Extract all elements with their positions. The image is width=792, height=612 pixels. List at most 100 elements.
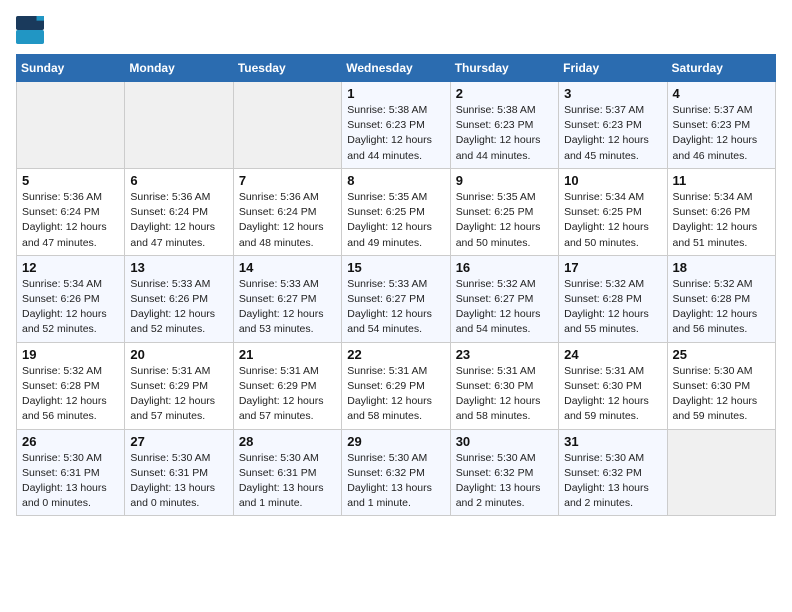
day-info: Sunrise: 5:34 AM Sunset: 6:26 PM Dayligh…: [673, 190, 770, 251]
day-info: Sunrise: 5:30 AM Sunset: 6:31 PM Dayligh…: [22, 451, 119, 512]
day-info: Sunrise: 5:30 AM Sunset: 6:32 PM Dayligh…: [347, 451, 444, 512]
calendar-cell: 1Sunrise: 5:38 AM Sunset: 6:23 PM Daylig…: [342, 82, 450, 169]
day-number: 31: [564, 434, 661, 449]
calendar-week-row: 26 Sunrise: 5:30 AM Sunset: 6:31 PM Dayli…: [17, 429, 776, 516]
calendar-cell: 4 Sunrise: 5:37 AM Sunset: 6:23 PM Daylig…: [667, 82, 775, 169]
day-info: Sunrise: 5:36 AM Sunset: 6:24 PM Dayligh…: [130, 190, 227, 251]
day-number: 22: [347, 347, 444, 362]
day-info: Sunrise: 5:30 AM Sunset: 6:32 PM Dayligh…: [456, 451, 553, 512]
calendar-cell: 12 Sunrise: 5:34 AM Sunset: 6:26 PM Dayli…: [17, 255, 125, 342]
calendar-cell: 5 Sunrise: 5:36 AM Sunset: 6:24 PM Daylig…: [17, 168, 125, 255]
calendar-week-row: 12 Sunrise: 5:34 AM Sunset: 6:26 PM Dayli…: [17, 255, 776, 342]
day-number: 28: [239, 434, 336, 449]
calendar-cell: 3 Sunrise: 5:37 AM Sunset: 6:23 PM Daylig…: [559, 82, 667, 169]
calendar-cell: 24 Sunrise: 5:31 AM Sunset: 6:30 PM Dayli…: [559, 342, 667, 429]
weekday-header: Thursday: [450, 55, 558, 82]
day-number: 15: [347, 260, 444, 275]
calendar-table: SundayMondayTuesdayWednesdayThursdayFrid…: [16, 54, 776, 516]
calendar-cell: 27 Sunrise: 5:30 AM Sunset: 6:31 PM Dayli…: [125, 429, 233, 516]
page-header: [16, 16, 776, 44]
calendar-cell: 9 Sunrise: 5:35 AM Sunset: 6:25 PM Daylig…: [450, 168, 558, 255]
calendar-cell: 28 Sunrise: 5:30 AM Sunset: 6:31 PM Dayli…: [233, 429, 341, 516]
day-number: 3: [564, 86, 661, 101]
day-number: 12: [22, 260, 119, 275]
day-info: Sunrise: 5:33 AM Sunset: 6:27 PM Dayligh…: [347, 277, 444, 338]
weekday-header: Friday: [559, 55, 667, 82]
calendar-cell: 7 Sunrise: 5:36 AM Sunset: 6:24 PM Daylig…: [233, 168, 341, 255]
day-info: Sunrise: 5:36 AM Sunset: 6:24 PM Dayligh…: [239, 190, 336, 251]
day-info: Sunrise: 5:32 AM Sunset: 6:28 PM Dayligh…: [673, 277, 770, 338]
day-info: Sunrise: 5:37 AM Sunset: 6:23 PM Dayligh…: [564, 103, 661, 164]
calendar-cell: 10 Sunrise: 5:34 AM Sunset: 6:25 PM Dayli…: [559, 168, 667, 255]
calendar-cell: 31 Sunrise: 5:30 AM Sunset: 6:32 PM Dayli…: [559, 429, 667, 516]
calendar-cell: 17 Sunrise: 5:32 AM Sunset: 6:28 PM Dayli…: [559, 255, 667, 342]
day-number: 11: [673, 173, 770, 188]
day-number: 4: [673, 86, 770, 101]
day-number: 25: [673, 347, 770, 362]
calendar-cell: 8Sunrise: 5:35 AM Sunset: 6:25 PM Daylig…: [342, 168, 450, 255]
day-info: Sunrise: 5:30 AM Sunset: 6:32 PM Dayligh…: [564, 451, 661, 512]
day-number: 27: [130, 434, 227, 449]
calendar-cell: 26 Sunrise: 5:30 AM Sunset: 6:31 PM Dayli…: [17, 429, 125, 516]
calendar-cell: [17, 82, 125, 169]
day-info: Sunrise: 5:30 AM Sunset: 6:30 PM Dayligh…: [673, 364, 770, 425]
calendar-cell: [667, 429, 775, 516]
day-number: 30: [456, 434, 553, 449]
day-info: Sunrise: 5:31 AM Sunset: 6:29 PM Dayligh…: [239, 364, 336, 425]
day-number: 23: [456, 347, 553, 362]
weekday-header: Wednesday: [342, 55, 450, 82]
calendar-cell: [233, 82, 341, 169]
calendar-cell: [125, 82, 233, 169]
day-number: 10: [564, 173, 661, 188]
calendar-week-row: 5 Sunrise: 5:36 AM Sunset: 6:24 PM Daylig…: [17, 168, 776, 255]
logo: [16, 16, 48, 44]
day-info: Sunrise: 5:32 AM Sunset: 6:28 PM Dayligh…: [22, 364, 119, 425]
day-number: 29: [347, 434, 444, 449]
day-info: Sunrise: 5:33 AM Sunset: 6:27 PM Dayligh…: [239, 277, 336, 338]
day-number: 5: [22, 173, 119, 188]
day-number: 13: [130, 260, 227, 275]
day-info: Sunrise: 5:37 AM Sunset: 6:23 PM Dayligh…: [673, 103, 770, 164]
day-info: Sunrise: 5:38 AM Sunset: 6:23 PM Dayligh…: [347, 103, 444, 164]
calendar-cell: 13 Sunrise: 5:33 AM Sunset: 6:26 PM Dayli…: [125, 255, 233, 342]
calendar-cell: 30 Sunrise: 5:30 AM Sunset: 6:32 PM Dayli…: [450, 429, 558, 516]
day-number: 17: [564, 260, 661, 275]
day-number: 18: [673, 260, 770, 275]
calendar-cell: 18 Sunrise: 5:32 AM Sunset: 6:28 PM Dayli…: [667, 255, 775, 342]
day-info: Sunrise: 5:35 AM Sunset: 6:25 PM Dayligh…: [456, 190, 553, 251]
calendar-cell: 29 Sunrise: 5:30 AM Sunset: 6:32 PM Dayli…: [342, 429, 450, 516]
day-info: Sunrise: 5:32 AM Sunset: 6:28 PM Dayligh…: [564, 277, 661, 338]
day-number: 24: [564, 347, 661, 362]
day-info: Sunrise: 5:34 AM Sunset: 6:25 PM Dayligh…: [564, 190, 661, 251]
day-info: Sunrise: 5:32 AM Sunset: 6:27 PM Dayligh…: [456, 277, 553, 338]
day-info: Sunrise: 5:30 AM Sunset: 6:31 PM Dayligh…: [239, 451, 336, 512]
calendar-cell: 14 Sunrise: 5:33 AM Sunset: 6:27 PM Dayli…: [233, 255, 341, 342]
day-number: 9: [456, 173, 553, 188]
day-number: 20: [130, 347, 227, 362]
day-number: 7: [239, 173, 336, 188]
weekday-header: Tuesday: [233, 55, 341, 82]
calendar-cell: 21 Sunrise: 5:31 AM Sunset: 6:29 PM Dayli…: [233, 342, 341, 429]
day-number: 16: [456, 260, 553, 275]
day-number: 14: [239, 260, 336, 275]
calendar-cell: 22 Sunrise: 5:31 AM Sunset: 6:29 PM Dayli…: [342, 342, 450, 429]
day-number: 26: [22, 434, 119, 449]
calendar-cell: 23 Sunrise: 5:31 AM Sunset: 6:30 PM Dayli…: [450, 342, 558, 429]
day-info: Sunrise: 5:38 AM Sunset: 6:23 PM Dayligh…: [456, 103, 553, 164]
day-number: 2: [456, 86, 553, 101]
day-number: 6: [130, 173, 227, 188]
calendar-cell: 15 Sunrise: 5:33 AM Sunset: 6:27 PM Dayli…: [342, 255, 450, 342]
day-number: 21: [239, 347, 336, 362]
day-info: Sunrise: 5:31 AM Sunset: 6:30 PM Dayligh…: [564, 364, 661, 425]
weekday-header: Monday: [125, 55, 233, 82]
day-info: Sunrise: 5:34 AM Sunset: 6:26 PM Dayligh…: [22, 277, 119, 338]
day-info: Sunrise: 5:30 AM Sunset: 6:31 PM Dayligh…: [130, 451, 227, 512]
day-info: Sunrise: 5:31 AM Sunset: 6:30 PM Dayligh…: [456, 364, 553, 425]
calendar-cell: 16 Sunrise: 5:32 AM Sunset: 6:27 PM Dayli…: [450, 255, 558, 342]
weekday-header: Saturday: [667, 55, 775, 82]
calendar-cell: 2 Sunrise: 5:38 AM Sunset: 6:23 PM Daylig…: [450, 82, 558, 169]
day-info: Sunrise: 5:36 AM Sunset: 6:24 PM Dayligh…: [22, 190, 119, 251]
day-info: Sunrise: 5:33 AM Sunset: 6:26 PM Dayligh…: [130, 277, 227, 338]
day-number: 19: [22, 347, 119, 362]
day-info: Sunrise: 5:31 AM Sunset: 6:29 PM Dayligh…: [347, 364, 444, 425]
